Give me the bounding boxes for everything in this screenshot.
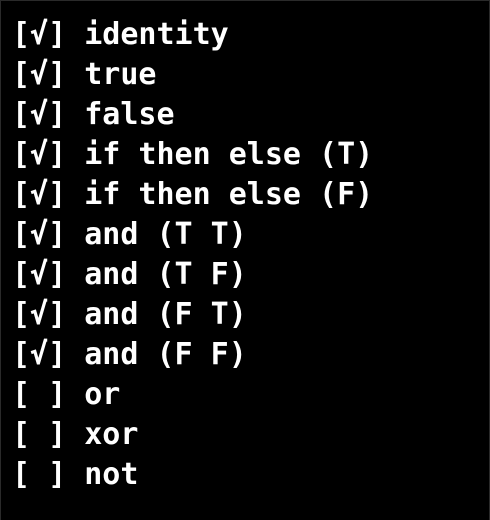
test-line-true: [√] true (12, 55, 373, 95)
test-line-identity: [√] identity (12, 15, 373, 55)
test-line-and-t-t: [√] and (T T) (12, 215, 373, 255)
test-name: and (T F) (84, 257, 247, 292)
test-line-or: [ ] or (12, 375, 373, 415)
separator (66, 95, 84, 135)
test-line-and-f-f: [√] and (F F) (12, 335, 373, 375)
terminal-output: [√] identity [√] true [√] false [√] if t… (12, 15, 373, 495)
test-name: not (84, 457, 139, 492)
test-status: [ ] (12, 417, 67, 452)
test-name: if then else (T) (84, 137, 374, 172)
test-status: [√] (12, 257, 67, 292)
test-status: [√] (12, 177, 67, 212)
test-status: [√] (12, 297, 67, 332)
test-status: [√] (12, 137, 67, 172)
test-line-and-f-t: [√] and (F T) (12, 295, 373, 335)
test-name: or (84, 377, 121, 412)
test-name: xor (84, 417, 139, 452)
separator (66, 55, 84, 95)
separator (66, 135, 84, 175)
test-line-not: [ ] not (12, 455, 373, 495)
separator (66, 175, 84, 215)
test-status: [ ] (12, 377, 67, 412)
test-line-if-then-else-t: [√] if then else (T) (12, 135, 373, 175)
separator (66, 15, 84, 55)
terminal-window: [√] identity [√] true [√] false [√] if t… (0, 0, 490, 520)
test-name: identity (84, 17, 229, 52)
test-line-and-t-f: [√] and (T F) (12, 255, 373, 295)
separator (66, 295, 84, 335)
test-name: true (84, 57, 157, 92)
separator (66, 415, 84, 455)
test-line-xor: [ ] xor (12, 415, 373, 455)
separator (66, 455, 84, 495)
test-name: and (F F) (84, 337, 247, 372)
separator (66, 215, 84, 255)
test-name: and (F T) (84, 297, 247, 332)
test-status: [ ] (12, 457, 67, 492)
test-status: [√] (12, 97, 67, 132)
test-status: [√] (12, 217, 67, 252)
separator (66, 255, 84, 295)
test-status: [√] (12, 17, 67, 52)
test-status: [√] (12, 57, 67, 92)
test-status: [√] (12, 337, 67, 372)
test-name: if then else (F) (84, 177, 374, 212)
test-line-false: [√] false (12, 95, 373, 135)
separator (66, 375, 84, 415)
test-name: false (84, 97, 175, 132)
test-line-if-then-else-f: [√] if then else (F) (12, 175, 373, 215)
test-name: and (T T) (84, 217, 247, 252)
separator (66, 335, 84, 375)
